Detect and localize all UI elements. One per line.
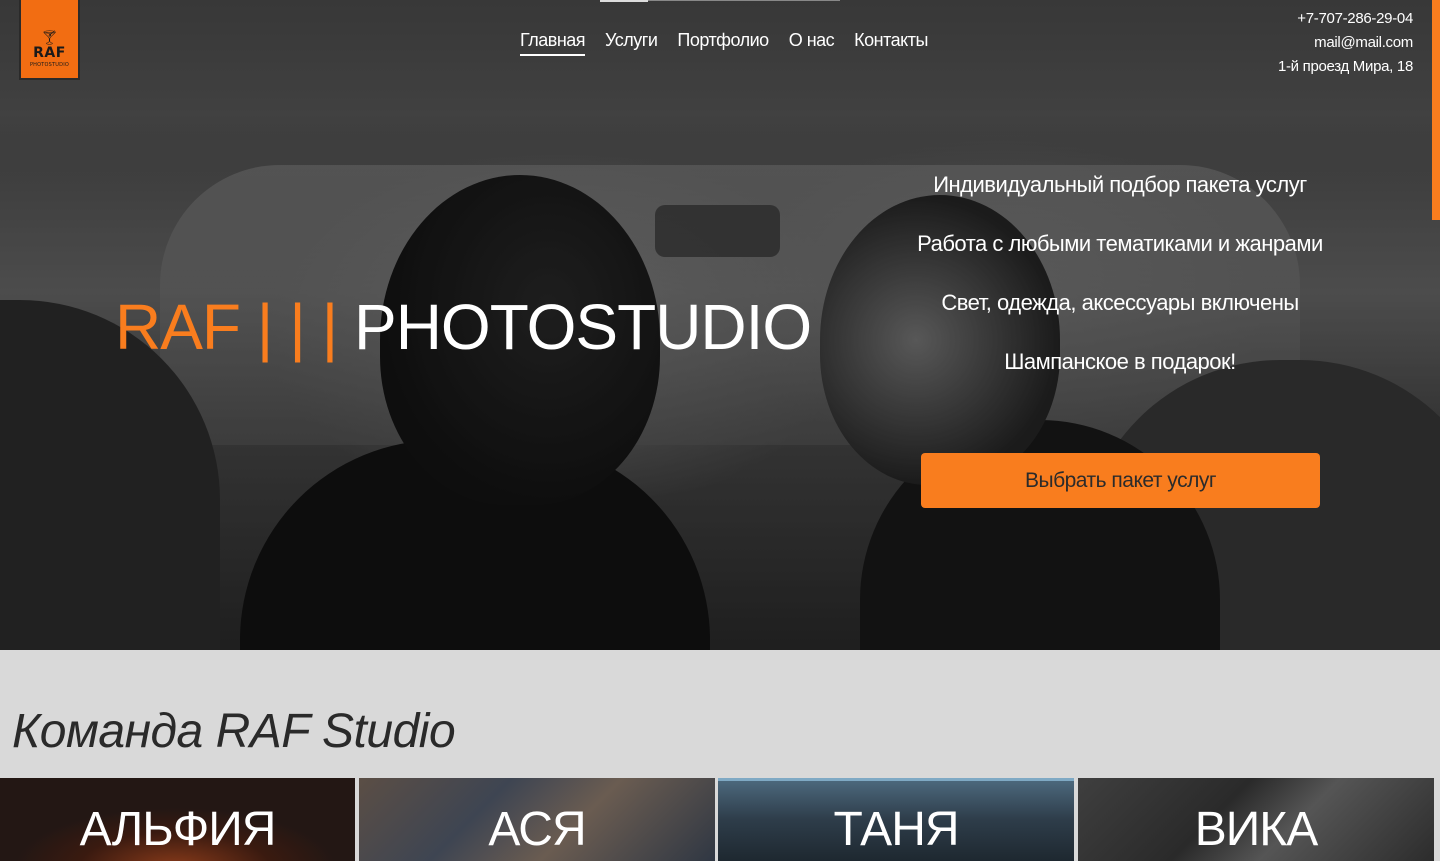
nav-item-services[interactable]: Услуги xyxy=(605,30,658,56)
team-card-tanya[interactable]: ТАНЯ xyxy=(718,778,1074,861)
feature-item: Индивидуальный подбор пакета услуг xyxy=(933,172,1307,197)
team-member-name: АСЯ xyxy=(488,803,586,856)
hero-features: Индивидуальный подбор пакета услуг Работ… xyxy=(900,168,1340,404)
nav-item-portfolio[interactable]: Портфолио xyxy=(677,30,769,56)
contact-phone[interactable]: +7-707-286-29-04 xyxy=(1278,7,1413,31)
contact-email[interactable]: mail@mail.com xyxy=(1278,31,1413,55)
team-member-name: АЛЬФИЯ xyxy=(79,803,277,856)
team-section-title: Команда RAF Studio xyxy=(12,705,456,758)
logo-subtext: PHOTOSTUDIO xyxy=(29,62,70,68)
team-member-name: ВИКА xyxy=(1194,803,1318,856)
hero-separator: | | | xyxy=(256,291,338,363)
hero-title-text: PHOTOSTUDIO xyxy=(354,291,812,363)
top-indicator-line xyxy=(600,0,840,2)
contact-address: 1-й проезд Мира, 18 xyxy=(1277,58,1413,75)
feature-item: Работа с любыми тематиками и жанрами xyxy=(917,231,1323,256)
nav-item-about[interactable]: О нас xyxy=(789,30,835,56)
logo[interactable]: 🍸︎ RAF PHOTOSTUDIO xyxy=(19,0,80,80)
feature-item: Шампанское в подарок! xyxy=(1004,349,1236,374)
feature-item: Свет, одежда, аксессуары включены xyxy=(941,290,1299,315)
team-card-asya[interactable]: АСЯ xyxy=(359,778,715,861)
main-nav: Главная Услуги Портфолио О нас Контакты xyxy=(520,30,928,56)
team-card-alfiya[interactable]: АЛЬФИЯ xyxy=(0,778,355,861)
nav-item-home[interactable]: Главная xyxy=(520,30,586,56)
champagne-glass-icon: 🍸︎ xyxy=(40,29,59,45)
nav-item-contacts[interactable]: Контакты xyxy=(854,30,928,56)
team-card-vika[interactable]: ВИКА xyxy=(1078,778,1434,861)
header-contacts: +7-707-286-29-04 mail@mail.com 1-й проез… xyxy=(1278,7,1413,79)
hero-title: RAF | | | PHOTOSTUDIO xyxy=(115,287,812,367)
hero-brand: RAF xyxy=(115,291,241,363)
logo-text: RAF xyxy=(33,45,66,61)
team-cards: АЛЬФИЯ АСЯ ТАНЯ ВИКА xyxy=(0,778,1440,861)
scrollbar[interactable] xyxy=(1432,0,1440,220)
choose-package-button[interactable]: Выбрать пакет услуг xyxy=(921,453,1320,508)
team-member-name: ТАНЯ xyxy=(833,803,959,856)
